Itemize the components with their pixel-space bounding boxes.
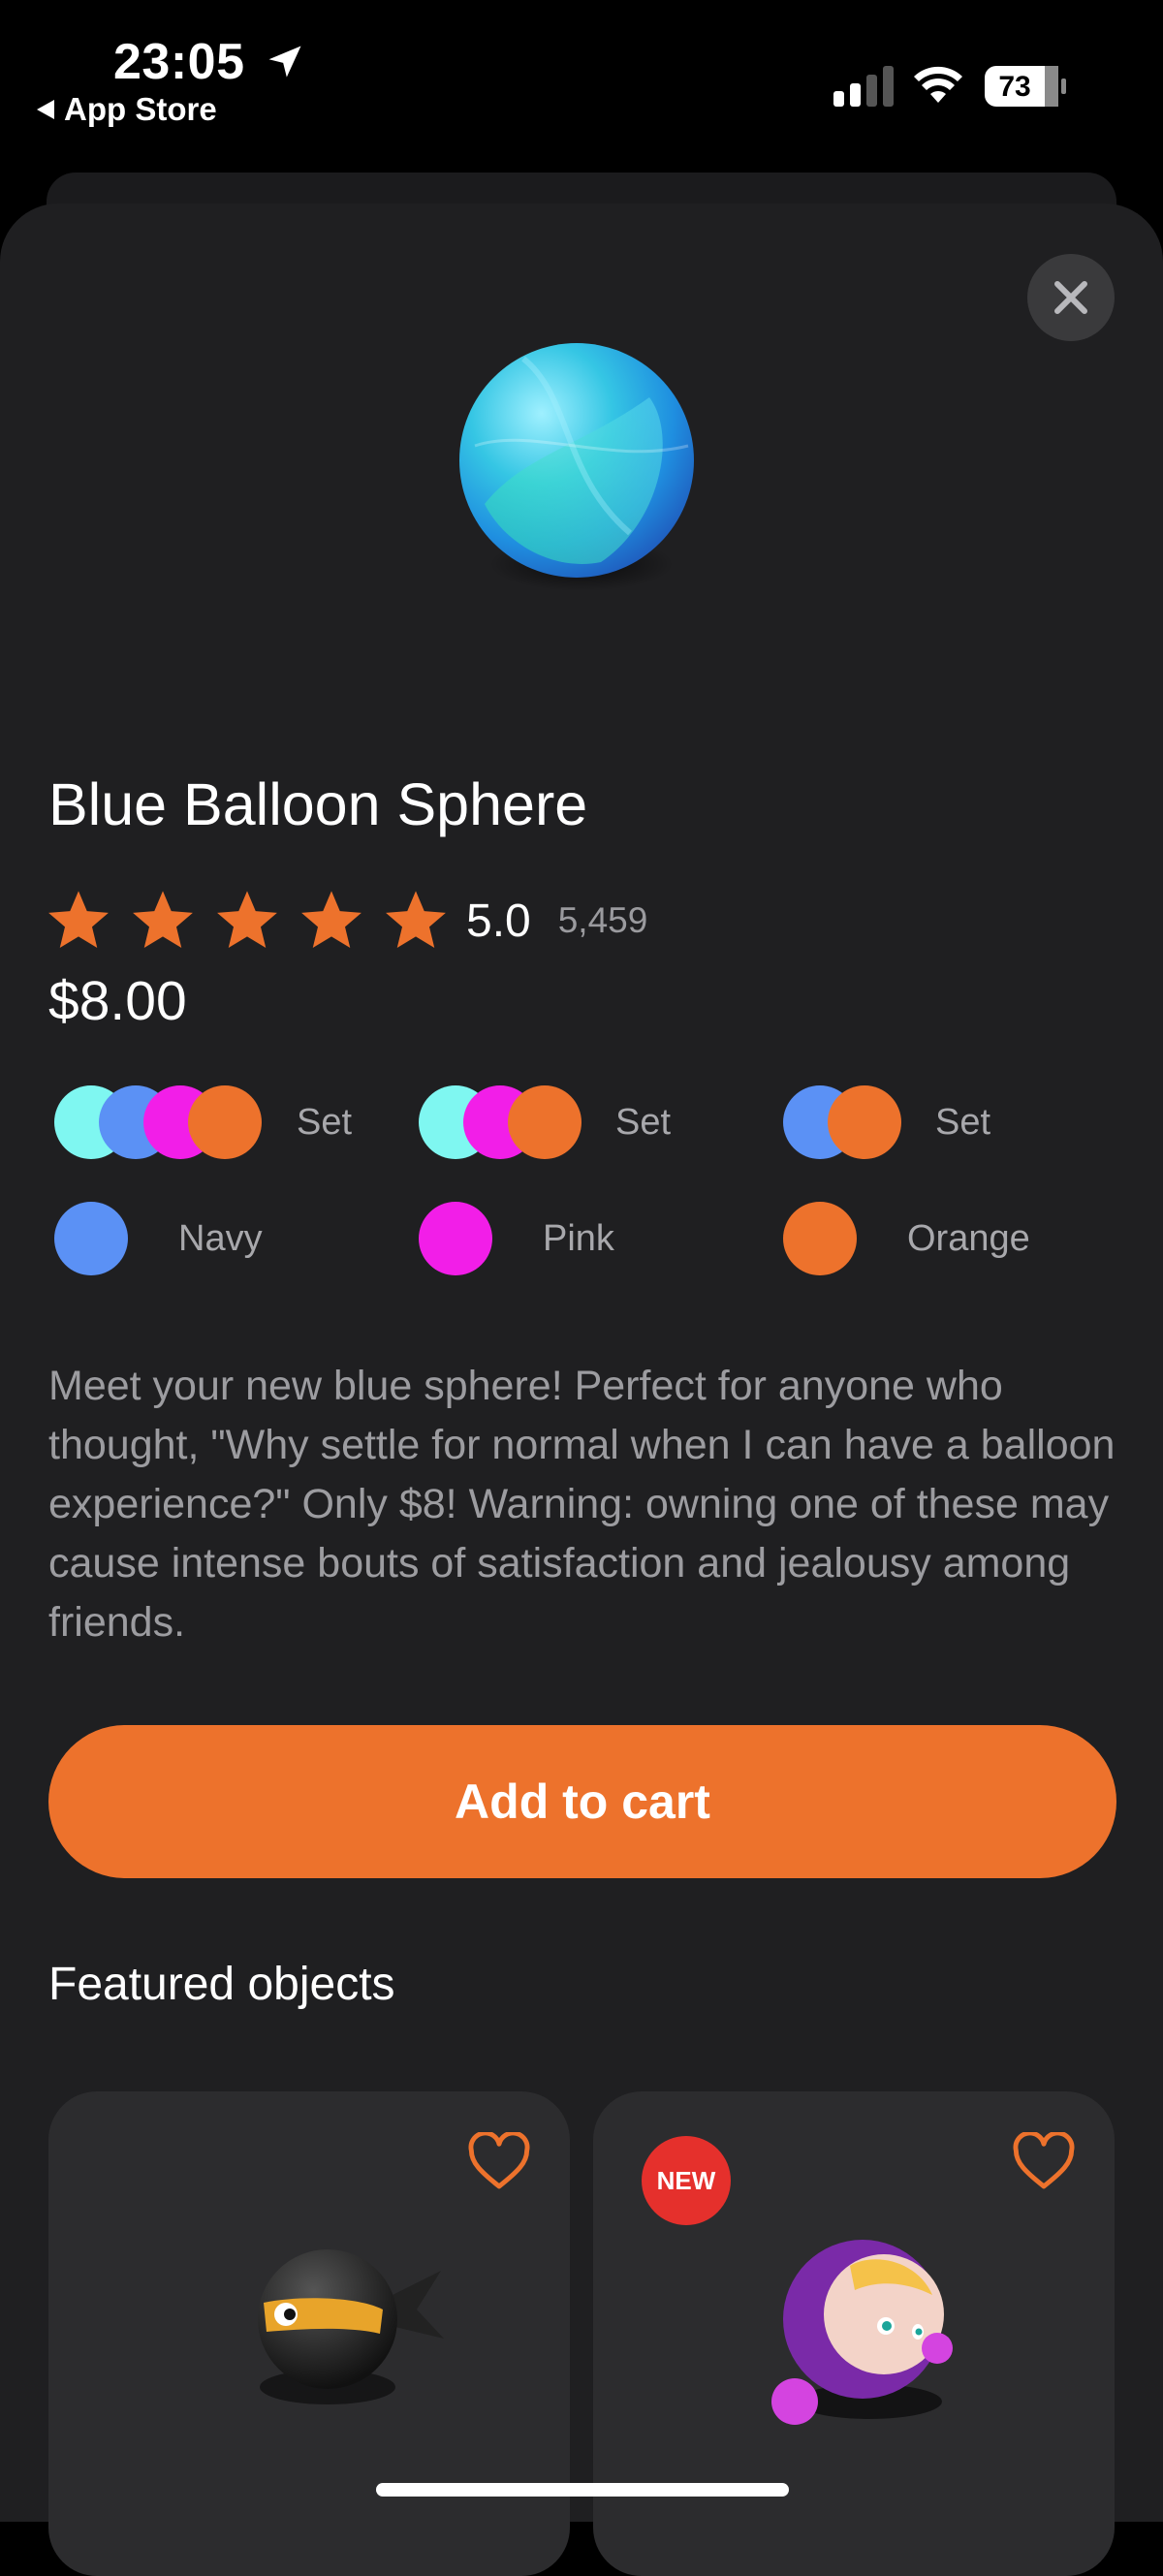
status-time: 23:05 bbox=[113, 34, 245, 90]
option-set-2[interactable]: Set bbox=[783, 1085, 990, 1159]
star-icon bbox=[301, 891, 361, 948]
option-label: Pink bbox=[543, 1217, 614, 1259]
product-title: Blue Balloon Sphere bbox=[48, 771, 588, 837]
product-description: Meet your new blue sphere! Perfect for a… bbox=[48, 1363, 1116, 1646]
swatch-dots bbox=[54, 1202, 128, 1275]
swatch-dots bbox=[783, 1085, 903, 1159]
rating-value: 5.0 bbox=[466, 895, 531, 947]
close-button[interactable] bbox=[1027, 254, 1115, 341]
option-set-3[interactable]: Set bbox=[419, 1085, 671, 1159]
add-to-cart-button[interactable]: Add to cart bbox=[48, 1725, 1116, 1878]
swatch-dots bbox=[419, 1085, 583, 1159]
heart-icon[interactable] bbox=[1012, 2132, 1076, 2190]
option-label: Navy bbox=[178, 1217, 263, 1259]
option-orange[interactable]: Orange bbox=[783, 1202, 1030, 1275]
rating-row: 5.0 5,459 bbox=[45, 887, 647, 955]
close-icon bbox=[1054, 281, 1087, 314]
star-icon bbox=[386, 891, 446, 948]
star-icon bbox=[48, 891, 109, 948]
home-indicator[interactable] bbox=[376, 2483, 789, 2497]
swatch-dots bbox=[783, 1202, 857, 1275]
featured-heading: Featured objects bbox=[48, 1959, 395, 2010]
swatch-dots bbox=[54, 1085, 264, 1159]
option-label: Orange bbox=[907, 1217, 1030, 1259]
option-label: Set bbox=[297, 1101, 353, 1143]
color-dot bbox=[508, 1085, 582, 1159]
color-dot bbox=[783, 1202, 857, 1275]
ninja-object-icon bbox=[258, 2249, 444, 2404]
heart-icon[interactable] bbox=[467, 2132, 531, 2190]
color-dot bbox=[828, 1085, 901, 1159]
astronaut-object-icon bbox=[771, 2240, 953, 2425]
wifi-icon bbox=[914, 66, 962, 103]
option-set-4[interactable]: Set bbox=[54, 1085, 352, 1159]
blue-balloon-sphere-image bbox=[459, 343, 694, 591]
new-badge: NEW bbox=[642, 2136, 731, 2225]
color-dot bbox=[188, 1085, 262, 1159]
product-price: $8.00 bbox=[48, 970, 187, 1032]
back-label: App Store bbox=[64, 91, 217, 127]
location-arrow-icon bbox=[268, 46, 301, 78]
color-dot bbox=[54, 1202, 128, 1275]
featured-card[interactable] bbox=[48, 2091, 570, 2576]
cellular-signal-icon bbox=[833, 66, 894, 107]
battery-icon: 73 bbox=[985, 66, 1066, 107]
star-icon bbox=[133, 891, 193, 948]
option-label: Set bbox=[615, 1101, 672, 1143]
color-dot bbox=[419, 1202, 492, 1275]
status-bar: 23:05 App Store 73 bbox=[0, 0, 1163, 145]
option-label: Set bbox=[935, 1101, 991, 1143]
option-navy[interactable]: Navy bbox=[54, 1202, 263, 1275]
swatch-dots bbox=[419, 1202, 492, 1275]
rating-count: 5,459 bbox=[557, 900, 648, 940]
back-to-app-store[interactable]: App Store bbox=[37, 91, 217, 128]
featured-card[interactable]: NEW bbox=[593, 2091, 1115, 2576]
battery-level: 73 bbox=[998, 71, 1030, 103]
back-triangle-icon bbox=[37, 100, 54, 119]
option-pink[interactable]: Pink bbox=[419, 1202, 614, 1275]
star-icon bbox=[217, 891, 277, 948]
